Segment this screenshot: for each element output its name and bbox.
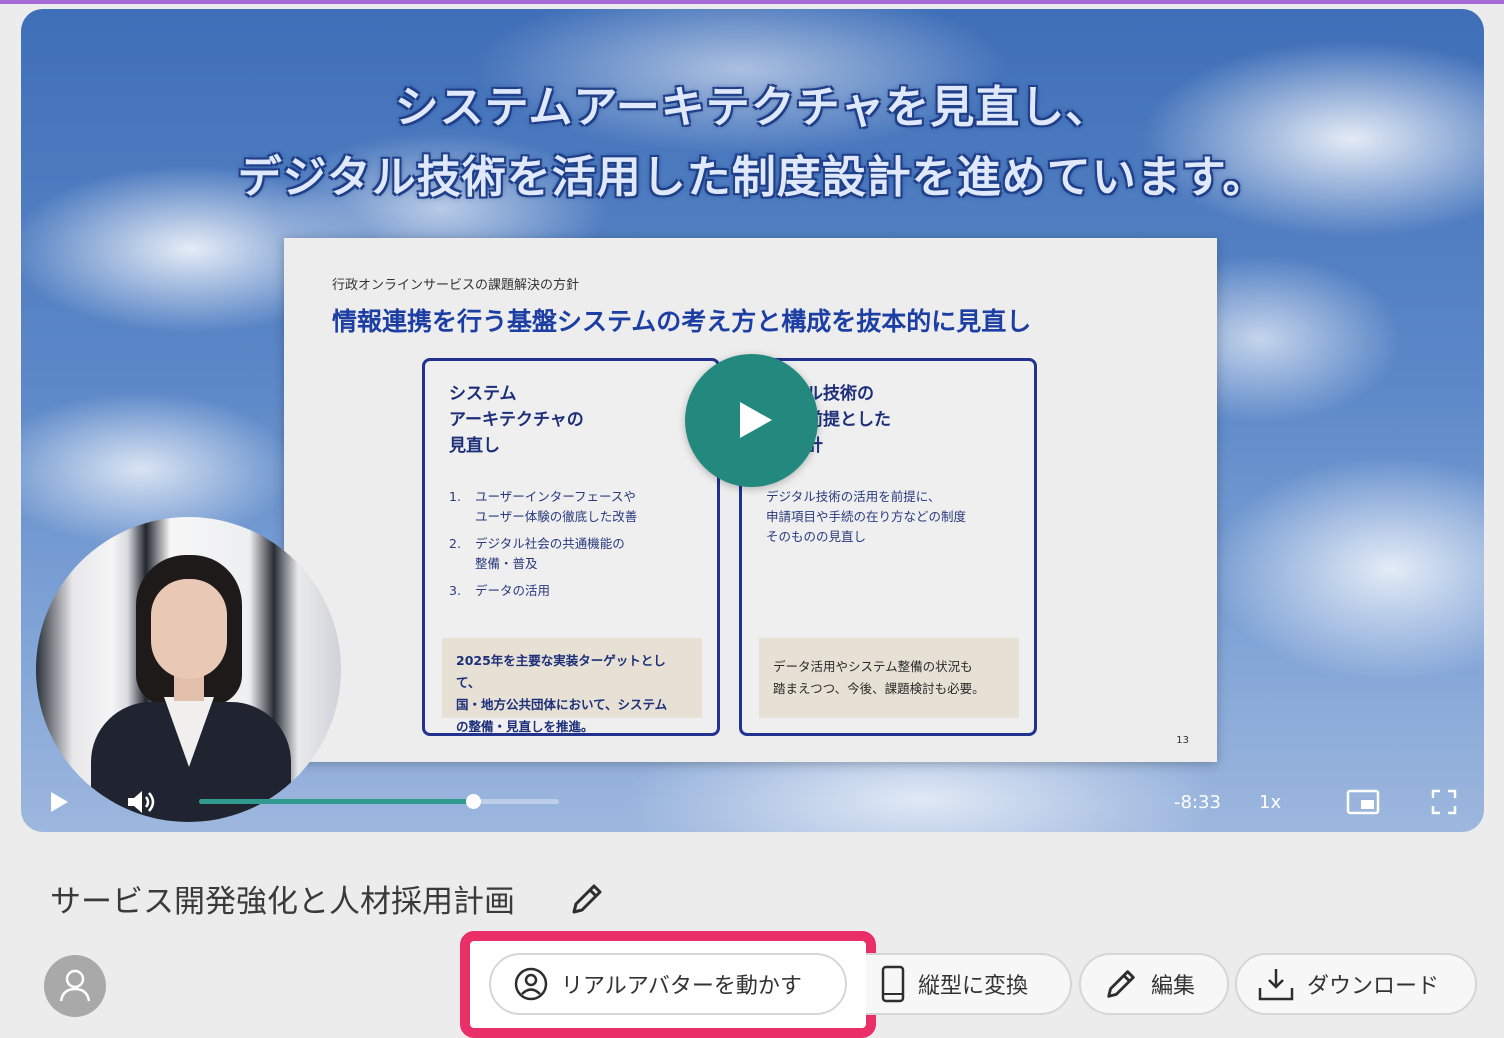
play-icon (51, 792, 68, 812)
video-player[interactable]: システムアーキテクチャを見直し、 デジタル技術を活用した制度設計を進めています。… (21, 9, 1484, 832)
card-heading-line: 計 (806, 436, 823, 456)
card-note-line: 国・地方公共団体において、システム (456, 697, 668, 712)
download-icon (1258, 969, 1294, 1001)
list-number: 3. (449, 583, 461, 598)
volume-icon (128, 791, 155, 813)
download-button[interactable]: ダウンロード (1235, 953, 1477, 1015)
seek-bar-fill (199, 799, 473, 804)
edit-button[interactable]: 編集 (1079, 953, 1229, 1015)
card-note-line: の整備・見直しを推進。 (456, 719, 594, 734)
card-note-line: データ活用やシステム整備の状況も (773, 659, 973, 674)
slide-page-number: 13 (1176, 735, 1189, 746)
list-item: 2. デジタル社会の共通機能の 整備・普及 (449, 534, 637, 574)
card-heading-line: 前提とした (806, 410, 891, 430)
convert-vertical-label: 縦型に変換 (918, 974, 1029, 999)
list-text: 整備・普及 (475, 556, 538, 571)
pencil-icon (1107, 970, 1135, 998)
convert-vertical-button[interactable]: 縦型に変換 (866, 953, 1072, 1015)
seek-bar-thumb[interactable] (465, 794, 481, 809)
video-headline-line-1: システムアーキテクチャを見直し、 (394, 82, 1111, 133)
card-note: データ活用やシステム整備の状況も 踏まえつつ、今後、課題検討も必要。 (759, 638, 1019, 718)
fullscreen-icon (1431, 789, 1457, 815)
card-note-line: 2025年を主要な実装ターゲットとして、 (456, 653, 666, 690)
avatar[interactable] (44, 955, 106, 1017)
list-text: デジタル社会の共通機能の (475, 536, 625, 551)
list-number: 2. (449, 536, 461, 551)
card-note: 2025年を主要な実装ターゲットとして、 国・地方公共団体において、システム の… (442, 638, 702, 734)
slide-card-architecture: システム アーキテクチャの 見直し 1. ユーザーインターフェースや ユーザー体… (422, 358, 720, 736)
list-item: 1. ユーザーインターフェースや ユーザー体験の徹底した改善 (449, 487, 637, 527)
time-remaining: -8:33 (1174, 791, 1221, 813)
list-number: 1. (449, 489, 461, 504)
fullscreen-button[interactable] (1431, 777, 1457, 827)
seek-bar[interactable] (199, 794, 559, 809)
card-heading: システム アーキテクチャの 見直し (449, 381, 584, 459)
playback-speed-button[interactable]: 1x (1259, 777, 1281, 827)
user-icon (59, 969, 91, 1002)
picture-in-picture-icon (1346, 789, 1380, 815)
card-heading-line: 見直し (449, 436, 500, 456)
volume-button[interactable] (126, 777, 156, 827)
card-list: 1. ユーザーインターフェースや ユーザー体験の徹底した改善 2. デジタル社会… (449, 487, 637, 608)
video-headline-line-2: デジタル技術を活用した制度設計を進めています。 (237, 152, 1268, 203)
list-text: データの活用 (475, 583, 551, 598)
list-item: 3. データの活用 (449, 581, 637, 601)
picture-in-picture-button[interactable] (1346, 777, 1380, 827)
card-heading: ル技術の 前提とした 計 (806, 381, 891, 459)
top-accent-strip (0, 0, 1504, 4)
card-heading-line: ル技術の (806, 384, 874, 404)
phone-icon (881, 965, 905, 1003)
move-real-avatar-label: リアルアバターを動かす (561, 974, 802, 999)
edit-title-button[interactable] (568, 880, 606, 922)
card-description-line: そのものの見直し (766, 529, 867, 544)
card-description-line: 申請項目や手続の在り方などの制度 (766, 509, 967, 524)
slide-title: 情報連携を行う基盤システムの考え方と構成を抜本的に見直し (332, 307, 1032, 336)
list-text: ユーザーインターフェースや (475, 489, 636, 504)
presentation-slide: 行政オンラインサービスの課題解決の方針 情報連携を行う基盤システムの考え方と構成… (284, 238, 1217, 762)
download-label: ダウンロード (1307, 974, 1440, 999)
presenter-avatar-video (36, 517, 341, 822)
card-description: デジタル技術の活用を前提に、 申請項目や手続の在り方などの制度 そのものの見直し (766, 487, 966, 547)
presenter-face (151, 579, 227, 679)
play-button[interactable] (51, 777, 68, 827)
edit-label: 編集 (1151, 974, 1196, 999)
pencil-icon (572, 884, 602, 914)
card-description-line: デジタル技術の活用を前提に、 (766, 489, 941, 504)
card-heading-line: アーキテクチャの (449, 410, 584, 430)
list-text: ユーザー体験の徹底した改善 (475, 509, 638, 524)
card-note-line: 踏まえつつ、今後、課題検討も必要。 (773, 681, 985, 696)
card-heading-line: システム (449, 384, 517, 404)
big-play-button[interactable] (685, 354, 818, 487)
slide-kicker: 行政オンラインサービスの課題解決の方針 (332, 278, 580, 293)
video-title: サービス開発強化と人材採用計画 (50, 884, 515, 920)
play-icon (740, 402, 772, 438)
move-real-avatar-button[interactable]: リアルアバターを動かす (489, 953, 847, 1015)
user-circle-icon (514, 967, 548, 1001)
